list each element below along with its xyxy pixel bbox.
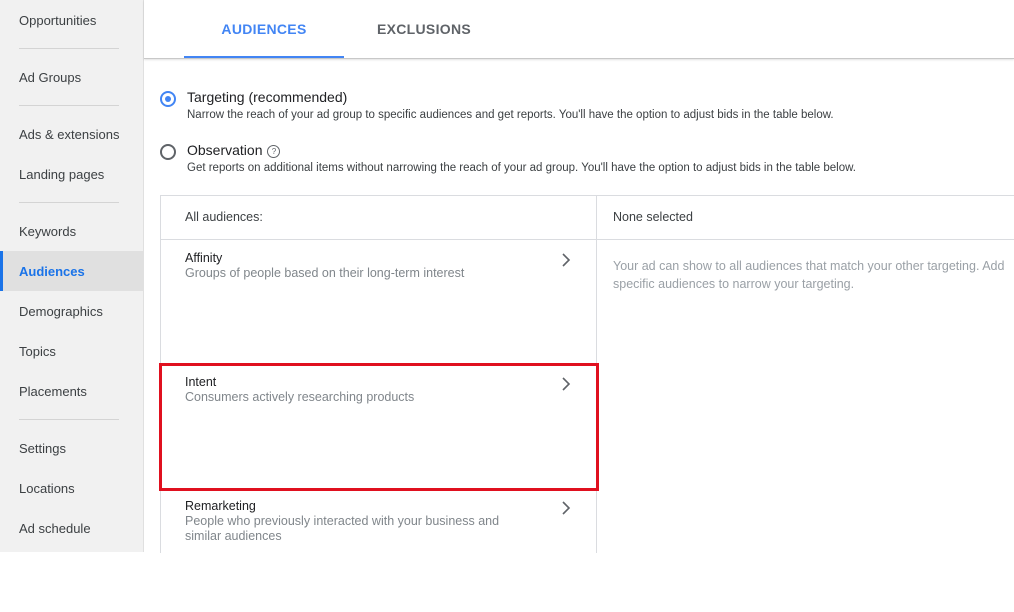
observation-description: Get reports on additional items without … (187, 162, 856, 174)
observation-option[interactable]: Observation? Get reports on additional i… (160, 142, 856, 174)
audience-item-description: Consumers actively researching products (185, 390, 415, 404)
sidebar-item-settings[interactable]: Settings (0, 428, 143, 468)
audience-item-description: People who previously interacted with yo… (185, 514, 500, 543)
panel-divider (596, 196, 597, 553)
sidebar-divider (19, 48, 119, 49)
audience-item-description: Groups of people based on their long-ter… (185, 266, 465, 280)
observation-title: Observation (187, 142, 263, 158)
audience-panel: All audiences: None selected Affinity Gr… (160, 195, 1014, 553)
all-audiences-header: All audiences: (185, 210, 263, 224)
audience-item-affinity[interactable]: Affinity Groups of people based on their… (161, 240, 596, 364)
targeting-radio[interactable] (160, 91, 176, 107)
sidebar-item-ad-groups[interactable]: Ad Groups (0, 57, 143, 97)
sidebar-divider (19, 105, 119, 106)
sidebar-item-topics[interactable]: Topics (0, 331, 143, 371)
audience-item-title: Remarketing (185, 499, 256, 513)
tab-audiences[interactable]: AUDIENCES (184, 0, 344, 58)
tab-bar: AUDIENCES EXCLUSIONS (144, 0, 1014, 59)
chevron-right-icon (561, 253, 571, 267)
audience-item-title: Affinity (185, 251, 223, 265)
audience-item-remarketing[interactable]: Remarketing People who previously intera… (161, 488, 596, 612)
observation-radio[interactable] (160, 144, 176, 160)
sidebar-item-demographics[interactable]: Demographics (0, 291, 143, 331)
sidebar-item-opportunities[interactable]: Opportunities (0, 0, 143, 40)
sidebar-item-landing-pages[interactable]: Landing pages (0, 154, 143, 194)
audience-item-intent[interactable]: Intent Consumers actively researching pr… (161, 364, 596, 488)
sidebar: Opportunities Ad Groups Ads & extensions… (0, 0, 144, 552)
tab-exclusions[interactable]: EXCLUSIONS (364, 0, 484, 58)
targeting-title: Targeting (recommended) (187, 89, 348, 105)
help-icon[interactable]: ? (267, 145, 281, 158)
audience-item-title: Intent (185, 375, 217, 389)
targeting-description: Narrow the reach of your ad group to spe… (187, 109, 834, 121)
sidebar-divider (19, 202, 119, 203)
sidebar-item-locations[interactable]: Locations (0, 468, 143, 508)
sidebar-item-placements[interactable]: Placements (0, 371, 143, 411)
targeting-option[interactable]: Targeting (recommended) Narrow the reach… (160, 89, 834, 121)
chevron-right-icon (561, 377, 571, 391)
empty-selection-note: Your ad can show to all audiences that m… (613, 259, 1005, 291)
chevron-right-icon (561, 501, 571, 515)
selected-header: None selected (613, 210, 693, 224)
sidebar-divider (19, 419, 119, 420)
sidebar-item-ads-extensions[interactable]: Ads & extensions (0, 114, 143, 154)
sidebar-item-keywords[interactable]: Keywords (0, 211, 143, 251)
sidebar-item-audiences[interactable]: Audiences (0, 251, 143, 291)
sidebar-item-ad-schedule[interactable]: Ad schedule (0, 508, 143, 548)
